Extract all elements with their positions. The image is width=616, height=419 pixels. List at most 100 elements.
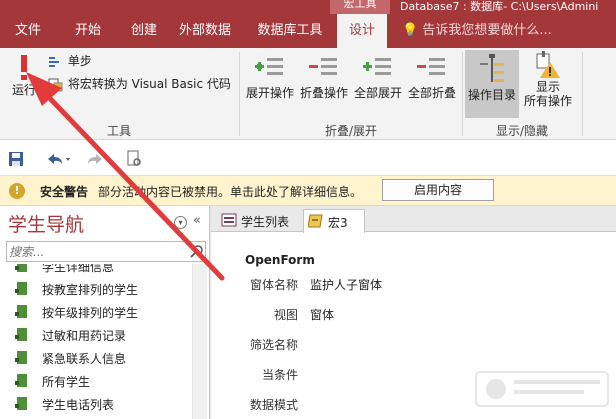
nav-search-box xyxy=(6,241,206,262)
redo-icon[interactable] xyxy=(84,151,112,167)
action-catalog-label: 操作目录 xyxy=(467,88,516,102)
undo-icon[interactable] xyxy=(44,151,72,167)
show-all-actions-button[interactable]: 显示 所有操作 xyxy=(520,50,576,108)
single-step-button[interactable]: 单步 xyxy=(48,52,92,70)
group-label-expand-collapse: 折叠/展开 xyxy=(324,124,378,138)
macro-icon xyxy=(308,214,323,228)
action-catalog-button[interactable]: 操作目录 xyxy=(465,50,519,118)
report-icon xyxy=(15,264,27,272)
action-catalog-icon xyxy=(480,54,504,82)
chevron-down-icon[interactable]: ▾ xyxy=(174,216,187,229)
nav-search-input[interactable] xyxy=(9,244,185,259)
expand-action-label: 展开操作 xyxy=(245,86,294,100)
doc-tab-label: 学生列表 xyxy=(241,215,290,229)
run-label: 运行 xyxy=(11,83,36,97)
report-icon xyxy=(15,282,27,295)
convert-to-vba-button[interactable]: 将宏转换为 Visual Basic 代码 xyxy=(48,75,231,93)
argument-label: 筛选名称 xyxy=(249,338,298,352)
list-item-label: 按年级排列的学生 xyxy=(42,306,139,320)
argument-label: 窗体名称 xyxy=(249,278,298,292)
expand-action-button[interactable]: 展开操作 xyxy=(243,52,297,101)
run-button[interactable]: 运行 xyxy=(6,53,42,103)
nav-title[interactable]: 学生导航 xyxy=(8,210,84,237)
list-item-label: 学生电话列表 xyxy=(42,398,115,412)
group-label-tools: 工具 xyxy=(106,124,131,138)
search-icon[interactable] xyxy=(190,244,204,258)
show-all-label-line1: 显示 xyxy=(535,80,560,94)
report-icon xyxy=(15,397,27,410)
document-tab-bar: 学生列表 宏3 xyxy=(211,206,616,233)
argument-value[interactable]: 监护人子窗体 xyxy=(310,276,382,293)
show-all-actions-icon xyxy=(536,51,560,78)
save-icon[interactable] xyxy=(8,151,24,167)
list-item[interactable]: 学生详细信息 xyxy=(0,264,190,277)
show-all-label-line2: 所有操作 xyxy=(523,94,572,108)
list-item[interactable]: 紧急联系人信息 xyxy=(0,346,190,369)
navigation-pane: 学生导航 ▾ « 学生详细信息 按教室排列的学生 按年级排列的学生 过敏和用药记… xyxy=(0,206,210,419)
group-label-show-hide: 显示/隐藏 xyxy=(495,124,549,138)
tell-me-search[interactable]: 💡 告诉我您想要做什么... xyxy=(402,14,552,48)
list-item[interactable]: 过敏和用药记录 xyxy=(0,323,190,346)
list-item[interactable]: 按教室排列的学生 xyxy=(0,277,190,300)
collapse-action-icon xyxy=(309,58,337,75)
watermark-logo xyxy=(475,371,609,407)
report-icon xyxy=(15,305,27,318)
list-item-label: 按教室排列的学生 xyxy=(42,283,139,297)
report-icon xyxy=(15,374,27,387)
argument-label: 数据模式 xyxy=(249,398,298,412)
title-bar: 宏工具 Database7 : 数据库- C:\Users\Admini xyxy=(0,0,616,14)
list-item-label: 学生详细信息 xyxy=(42,264,115,274)
exclamation-icon xyxy=(21,55,27,80)
expand-all-button[interactable]: 全部展开 xyxy=(351,52,405,101)
list-item-label: 紧急联系人信息 xyxy=(42,352,127,366)
macro-argument-row: 窗体名称 监护人子窗体 xyxy=(211,276,616,296)
macro-action-name[interactable]: OpenForm xyxy=(245,253,315,267)
tell-me-text: 告诉我您想要做什么... xyxy=(422,23,552,38)
tab-home[interactable]: 开始 xyxy=(62,14,114,48)
collapse-all-label: 全部折叠 xyxy=(407,86,456,100)
convert-vba-label: 将宏转换为 Visual Basic 代码 xyxy=(67,77,231,91)
print-preview-icon[interactable] xyxy=(126,150,142,168)
enable-content-button[interactable]: 启用内容 xyxy=(382,179,494,201)
argument-label: 当条件 xyxy=(261,368,298,382)
list-item[interactable]: 所有学生 xyxy=(0,369,190,392)
doc-tab-label: 宏3 xyxy=(328,216,348,230)
tab-external-data[interactable]: 外部数据 xyxy=(172,14,238,48)
argument-label: 视图 xyxy=(273,308,298,322)
collapse-action-label: 折叠操作 xyxy=(299,86,348,100)
nav-scrollbar[interactable] xyxy=(192,264,207,419)
tab-database-tools[interactable]: 数据库工具 xyxy=(248,14,332,48)
nav-object-list: 学生详细信息 按教室排列的学生 按年级排列的学生 过敏和用药记录 紧急联系人信息… xyxy=(0,264,190,419)
single-step-icon xyxy=(49,56,59,67)
list-item-label: 所有学生 xyxy=(42,375,91,389)
tab-file[interactable]: 文件 xyxy=(2,14,54,48)
list-item-label: 过敏和用药记录 xyxy=(42,329,127,343)
convert-vba-icon xyxy=(48,78,63,91)
expand-all-label: 全部展开 xyxy=(353,86,402,100)
collapse-all-button[interactable]: 全部折叠 xyxy=(405,52,459,101)
ribbon-design: 运行 单步 将宏转换为 Visual Basic 代码 工具 展开操作 折叠操作 xyxy=(0,48,616,140)
macro-tools-context-label: 宏工具 xyxy=(330,0,390,14)
collapse-pane-icon[interactable]: « xyxy=(193,213,201,228)
expand-all-icon xyxy=(363,58,391,75)
tab-create[interactable]: 创建 xyxy=(118,14,170,48)
macro-argument-row: 筛选名称 xyxy=(211,336,616,356)
nav-header: 学生导航 ▾ « xyxy=(0,206,210,238)
expand-action-icon xyxy=(255,58,283,75)
warning-icon: ! xyxy=(9,183,25,199)
quick-access-toolbar xyxy=(0,140,616,176)
macro-argument-row: 视图 窗体 xyxy=(211,306,616,326)
list-item[interactable]: 按年级排列的学生 xyxy=(0,300,190,323)
doc-tab-macro3[interactable]: 宏3 xyxy=(303,209,365,233)
list-item[interactable]: 学生电话列表 xyxy=(0,392,190,415)
security-warning-title: 安全警告 xyxy=(40,185,89,199)
argument-value[interactable]: 窗体 xyxy=(310,306,334,323)
report-icon xyxy=(15,351,27,364)
tab-design[interactable]: 设计 xyxy=(337,14,387,48)
collapse-action-button[interactable]: 折叠操作 xyxy=(297,52,351,101)
security-warning-message[interactable]: 部分活动内容已被禁用。单击此处了解详细信息。 xyxy=(98,183,362,200)
report-icon xyxy=(15,328,27,341)
single-step-label: 单步 xyxy=(67,54,92,68)
lightbulb-icon: 💡 xyxy=(402,23,419,38)
doc-tab-student-list[interactable]: 学生列表 xyxy=(217,209,301,232)
